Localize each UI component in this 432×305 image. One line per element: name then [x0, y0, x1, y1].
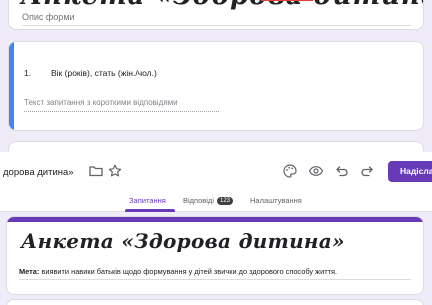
- tab-questions[interactable]: Запитання: [129, 196, 166, 205]
- editor-header: дорова дитина» Надіслати: [0, 152, 432, 192]
- spellcheck-underline: [261, 0, 313, 1]
- document-title[interactable]: дорова дитина»: [3, 167, 74, 178]
- form-title[interactable]: Анкета «Здорова дитина»: [21, 229, 345, 253]
- question-card-next[interactable]: [6, 299, 424, 305]
- star-icon[interactable]: [107, 163, 123, 179]
- redo-icon[interactable]: [359, 163, 375, 179]
- form-accent-bar: [7, 217, 423, 222]
- form-title-top[interactable]: Анкета «Здорова дитина»: [21, 0, 423, 11]
- undo-icon[interactable]: [334, 163, 350, 179]
- form-title-card: Анкета «Здорова дитина» Мета: виявити на…: [6, 216, 424, 295]
- description-text: виявити навики батьків щодо формування у…: [39, 267, 338, 276]
- active-tab-indicator: [125, 209, 175, 212]
- tab-responses[interactable]: Відповіді 123: [183, 196, 233, 205]
- short-answer-placeholder: Текст запитання з короткими відповідями: [24, 98, 178, 107]
- form-description-field[interactable]: Опис форми: [22, 12, 75, 22]
- tab-responses-label: Відповіді: [183, 196, 214, 205]
- form-header-card-top: Анкета «Здорова дитина» Опис форми: [8, 0, 424, 30]
- palette-icon[interactable]: [282, 163, 298, 179]
- form-description[interactable]: Мета: виявити навики батьків щодо формув…: [19, 267, 337, 276]
- responses-count-badge: 123: [216, 197, 233, 205]
- short-answer-line: [24, 111, 219, 112]
- preview-eye-icon[interactable]: [308, 163, 324, 179]
- tab-settings[interactable]: Налаштування: [250, 196, 302, 205]
- question-active-indicator: [9, 42, 14, 130]
- editor-tabs: Запитання Відповіді 123 Налаштування: [0, 192, 432, 212]
- question-card[interactable]: 1. Вік (років), стать (жін./чол.) Текст …: [8, 41, 424, 131]
- description-label: Мета:: [19, 267, 40, 276]
- description-underline: [19, 279, 411, 280]
- description-underline: [22, 25, 411, 26]
- folder-icon[interactable]: [88, 163, 104, 179]
- send-button[interactable]: Надіслати: [388, 161, 432, 182]
- question-title[interactable]: Вік (років), стать (жін./чол.): [51, 68, 157, 78]
- question-number: 1.: [24, 68, 32, 78]
